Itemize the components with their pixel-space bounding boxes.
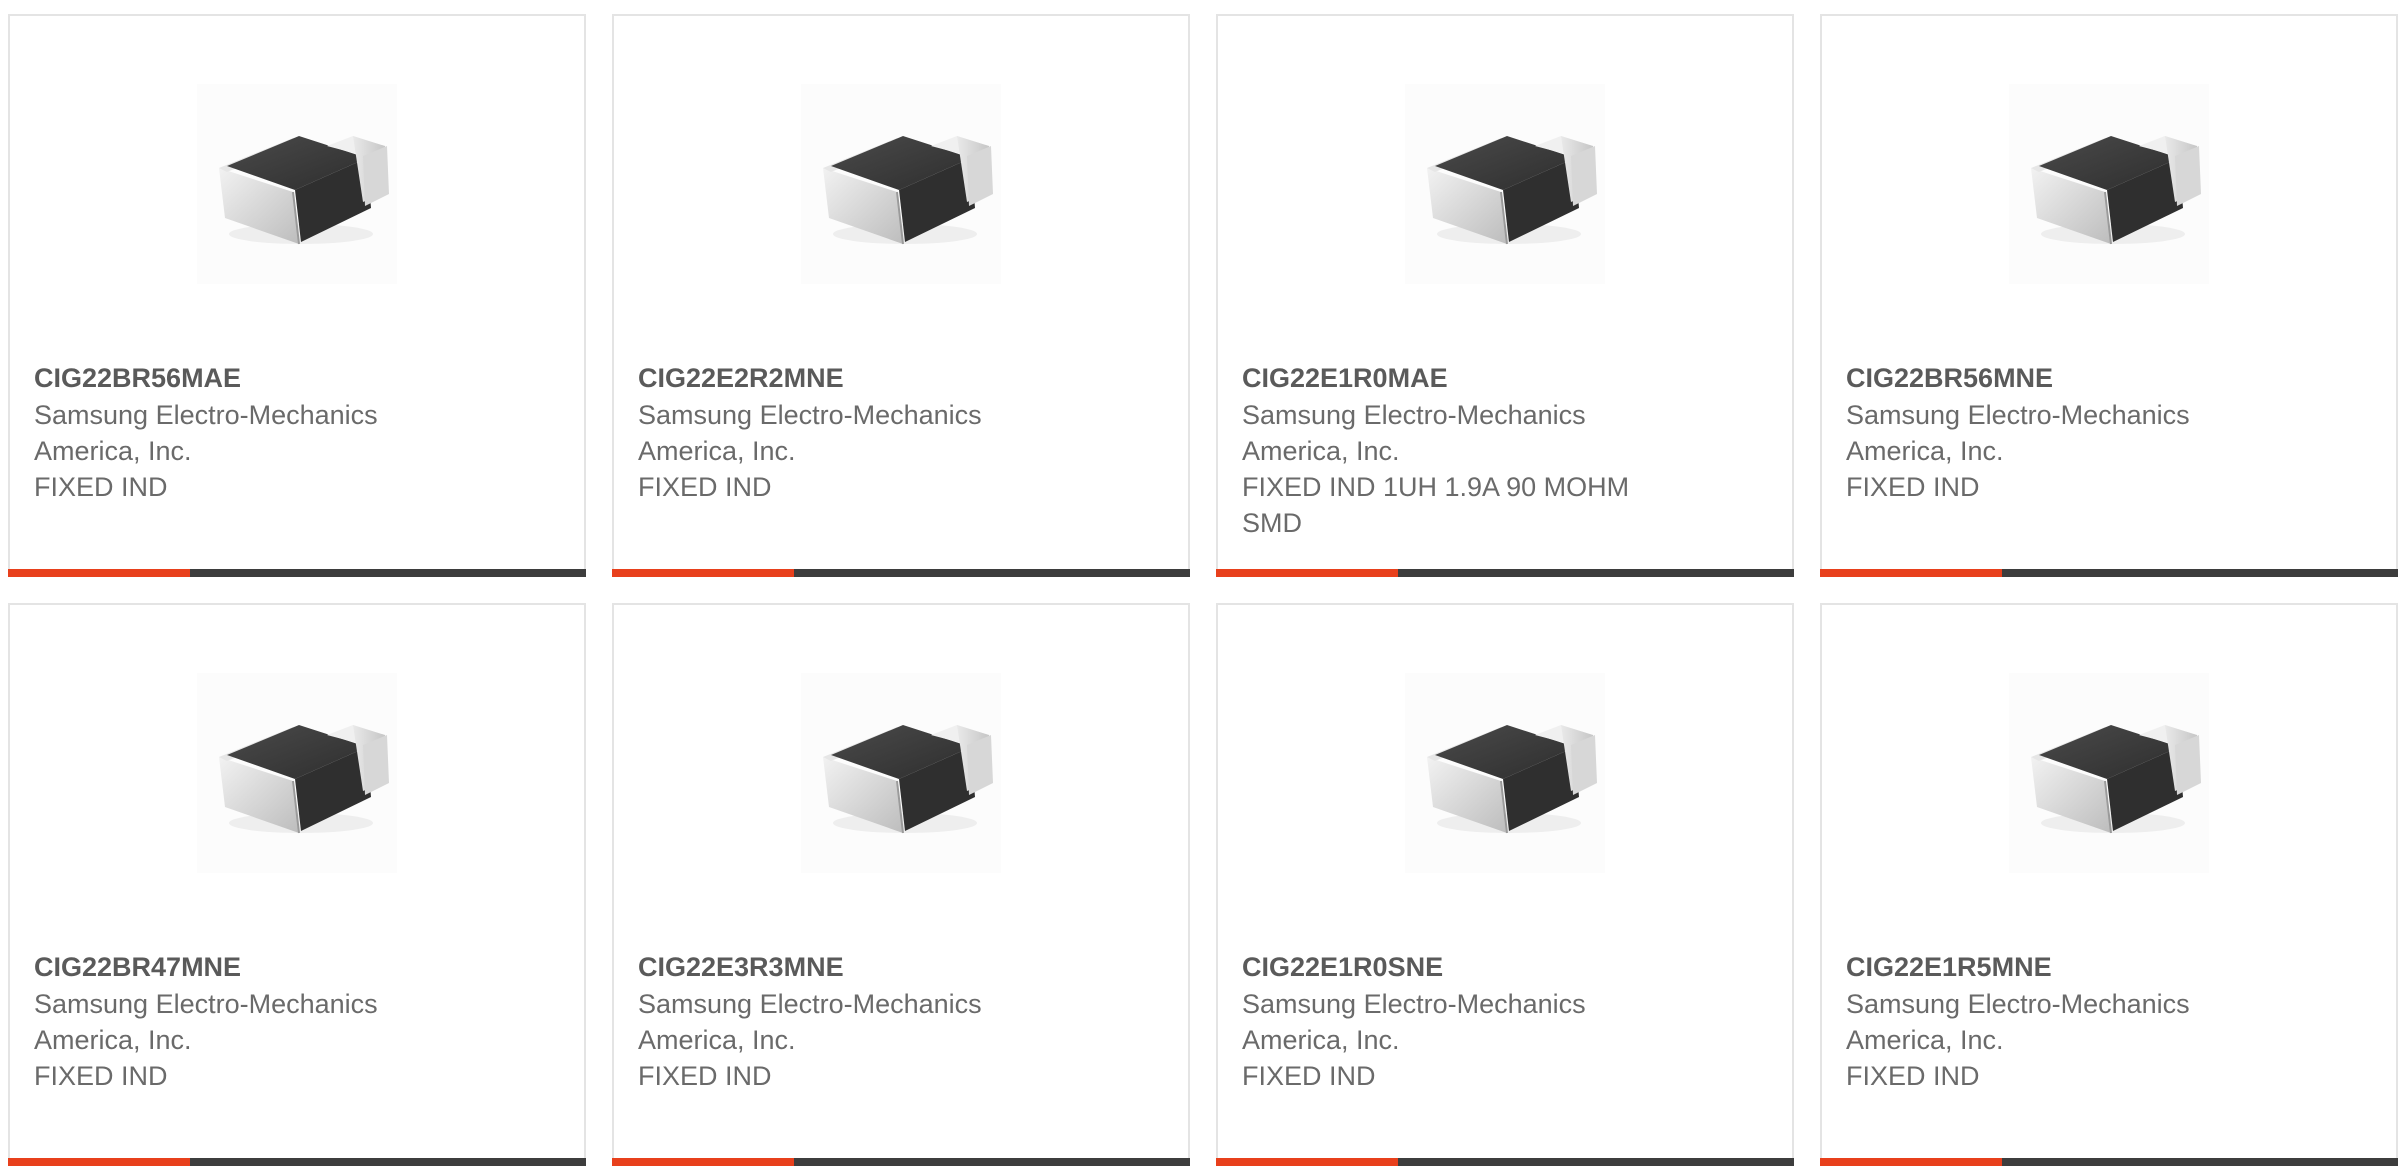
- part-number[interactable]: CIG22BR47MNE: [34, 949, 454, 985]
- product-image[interactable]: [2009, 673, 2209, 873]
- card-footer-bar: [612, 1158, 1190, 1166]
- card-accent-bar: [1216, 569, 1398, 577]
- product-card[interactable]: CIG22BR47MNE Samsung Electro-Mechanics A…: [8, 603, 586, 1166]
- product-image[interactable]: [801, 84, 1001, 284]
- product-description: FIXED IND: [34, 472, 168, 502]
- product-image[interactable]: [2009, 84, 2209, 284]
- product-description: FIXED IND: [1846, 472, 1980, 502]
- product-card[interactable]: CIG22E3R3MNE Samsung Electro-Mechanics A…: [612, 603, 1190, 1166]
- product-info: CIG22E1R0MAE Samsung Electro-Mechanics A…: [1242, 360, 1662, 541]
- part-number[interactable]: CIG22E1R0SNE: [1242, 949, 1662, 985]
- part-number[interactable]: CIG22E1R0MAE: [1242, 360, 1662, 396]
- manufacturer-name: Samsung Electro-Mechanics America, Inc.: [1846, 400, 2190, 466]
- manufacturer-name: Samsung Electro-Mechanics America, Inc.: [1846, 989, 2190, 1055]
- product-info: CIG22E1R0SNE Samsung Electro-Mechanics A…: [1242, 949, 1662, 1094]
- manufacturer-name: Samsung Electro-Mechanics America, Inc.: [1242, 989, 1586, 1055]
- smd-inductor-chip-image: [823, 136, 993, 245]
- card-accent-bar: [1820, 1158, 2002, 1166]
- manufacturer-name: Samsung Electro-Mechanics America, Inc.: [1242, 400, 1586, 466]
- smd-inductor-chip-image: [219, 725, 389, 834]
- product-description: FIXED IND: [34, 1061, 168, 1091]
- part-number[interactable]: CIG22E2R2MNE: [638, 360, 1058, 396]
- product-description: FIXED IND 1UH 1.9A 90 MOHM SMD: [1242, 472, 1630, 538]
- product-card[interactable]: CIG22E1R5MNE Samsung Electro-Mechanics A…: [1820, 603, 2398, 1166]
- manufacturer-name: Samsung Electro-Mechanics America, Inc.: [34, 989, 378, 1055]
- manufacturer-name: Samsung Electro-Mechanics America, Inc.: [638, 400, 982, 466]
- product-info: CIG22BR56MAE Samsung Electro-Mechanics A…: [34, 360, 454, 505]
- card-footer-bar: [1216, 569, 1794, 577]
- product-info: CIG22E1R5MNE Samsung Electro-Mechanics A…: [1846, 949, 2266, 1094]
- card-footer-bar: [8, 569, 586, 577]
- part-number[interactable]: CIG22E3R3MNE: [638, 949, 1058, 985]
- product-image[interactable]: [197, 673, 397, 873]
- product-image[interactable]: [197, 84, 397, 284]
- card-footer-bar: [8, 1158, 586, 1166]
- product-card[interactable]: CIG22E2R2MNE Samsung Electro-Mechanics A…: [612, 14, 1190, 577]
- product-info: CIG22BR47MNE Samsung Electro-Mechanics A…: [34, 949, 454, 1094]
- card-footer-bar: [1820, 569, 2398, 577]
- product-info: CIG22E3R3MNE Samsung Electro-Mechanics A…: [638, 949, 1058, 1094]
- product-description: FIXED IND: [1242, 1061, 1376, 1091]
- product-description: FIXED IND: [1846, 1061, 1980, 1091]
- product-card[interactable]: CIG22E1R0SNE Samsung Electro-Mechanics A…: [1216, 603, 1794, 1166]
- manufacturer-name: Samsung Electro-Mechanics America, Inc.: [638, 989, 982, 1055]
- smd-inductor-chip-image: [1427, 136, 1597, 245]
- card-accent-bar: [1820, 569, 2002, 577]
- card-accent-bar: [612, 569, 794, 577]
- product-card[interactable]: CIG22E1R0MAE Samsung Electro-Mechanics A…: [1216, 14, 1794, 577]
- smd-inductor-chip-image: [2031, 725, 2201, 834]
- part-number[interactable]: CIG22BR56MAE: [34, 360, 454, 396]
- smd-inductor-chip-image: [1427, 725, 1597, 834]
- smd-inductor-chip-image: [823, 725, 993, 834]
- card-footer-bar: [1216, 1158, 1794, 1166]
- card-accent-bar: [8, 1158, 190, 1166]
- part-number[interactable]: CIG22E1R5MNE: [1846, 949, 2266, 985]
- card-accent-bar: [8, 569, 190, 577]
- card-footer-bar: [1820, 1158, 2398, 1166]
- card-accent-bar: [1216, 1158, 1398, 1166]
- smd-inductor-chip-image: [2031, 136, 2201, 245]
- product-image[interactable]: [1405, 673, 1605, 873]
- product-image[interactable]: [801, 673, 1001, 873]
- product-description: FIXED IND: [638, 472, 772, 502]
- smd-inductor-chip-image: [219, 136, 389, 245]
- manufacturer-name: Samsung Electro-Mechanics America, Inc.: [34, 400, 378, 466]
- product-info: CIG22BR56MNE Samsung Electro-Mechanics A…: [1846, 360, 2266, 505]
- product-image[interactable]: [1405, 84, 1605, 284]
- card-accent-bar: [612, 1158, 794, 1166]
- product-description: FIXED IND: [638, 1061, 772, 1091]
- product-card[interactable]: CIG22BR56MNE Samsung Electro-Mechanics A…: [1820, 14, 2398, 577]
- card-footer-bar: [612, 569, 1190, 577]
- product-info: CIG22E2R2MNE Samsung Electro-Mechanics A…: [638, 360, 1058, 505]
- product-grid: CIG22BR56MAE Samsung Electro-Mechanics A…: [8, 14, 2398, 1166]
- part-number[interactable]: CIG22BR56MNE: [1846, 360, 2266, 396]
- product-card[interactable]: CIG22BR56MAE Samsung Electro-Mechanics A…: [8, 14, 586, 577]
